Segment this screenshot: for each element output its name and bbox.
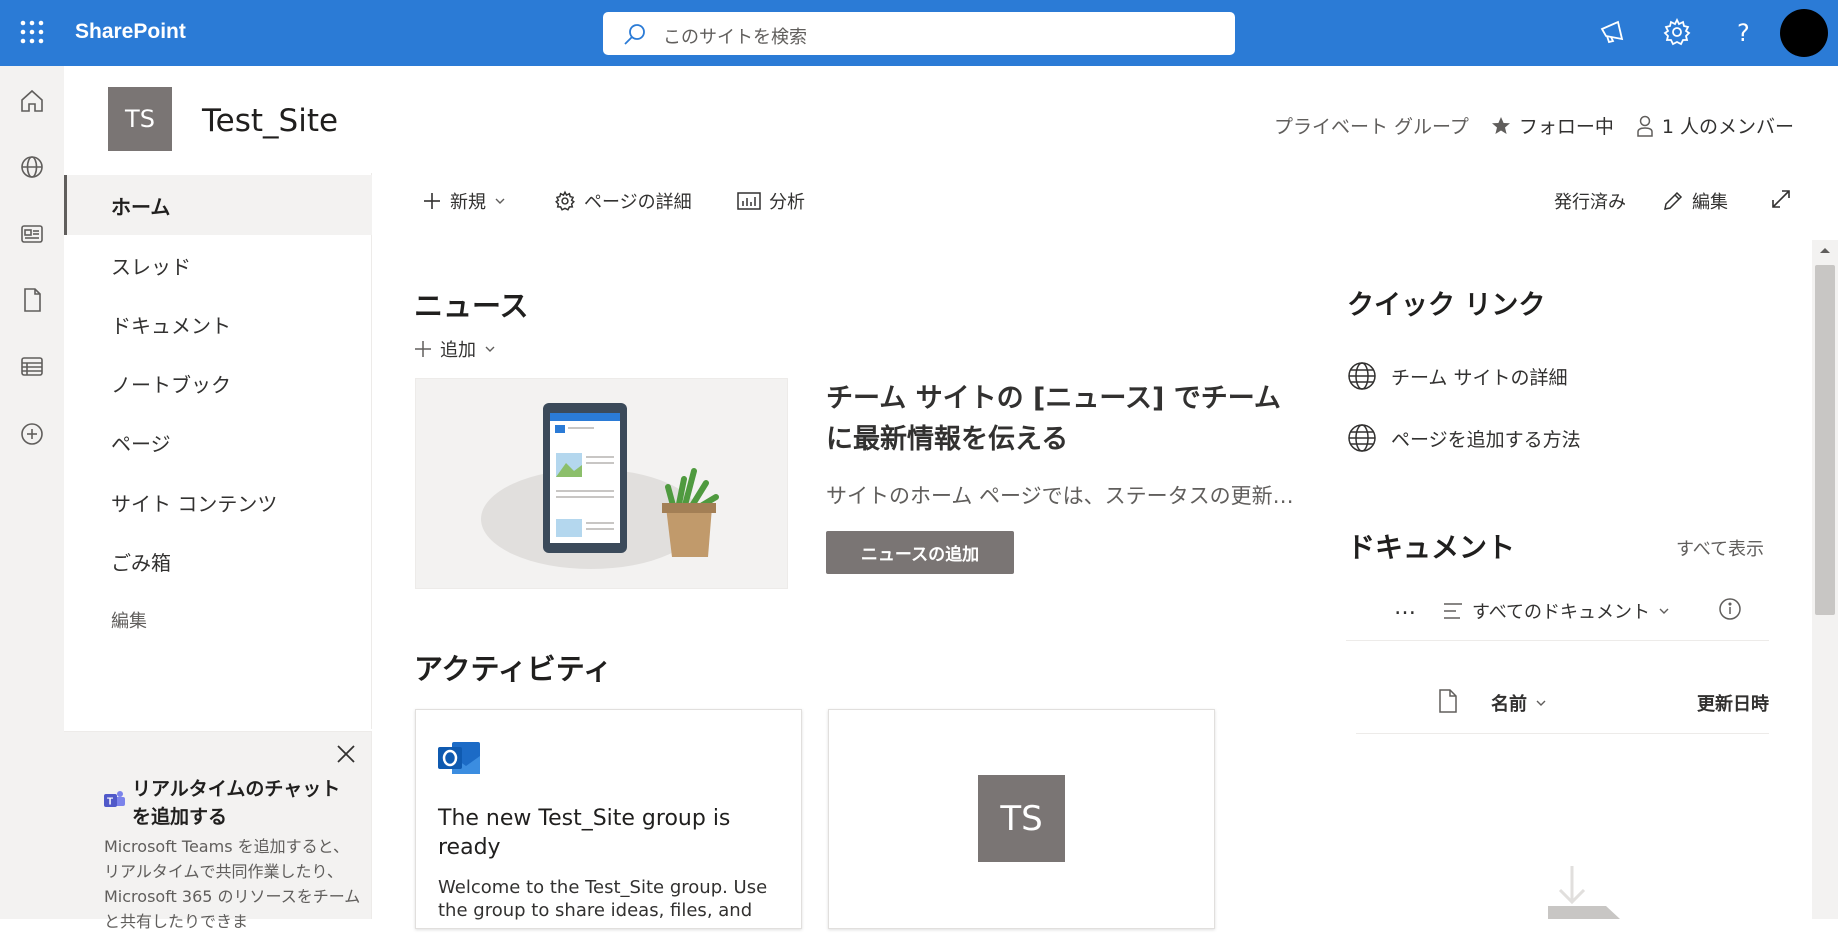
search-input[interactable]: このサイトを検索 xyxy=(663,23,807,49)
news-headline[interactable]: チーム サイトの [ニュース] でチームに最新情報を伝える xyxy=(826,378,1306,460)
edit-label: 編集 xyxy=(1692,192,1728,213)
more-icon[interactable]: … xyxy=(1394,595,1416,620)
activity-heading: アクティビティ xyxy=(414,652,613,686)
search-box[interactable]: このサイトを検索 xyxy=(603,12,1235,55)
app-rail xyxy=(0,66,64,919)
nav-item-threads[interactable]: スレッド xyxy=(64,235,372,295)
view-selector[interactable]: すべてのドキュメント xyxy=(1442,598,1670,624)
site-title[interactable]: Test_Site xyxy=(202,103,338,139)
follow-button[interactable]: フォロー中 xyxy=(1491,112,1614,139)
news-add-button[interactable]: 追加 xyxy=(414,336,496,362)
nav-item-pages[interactable]: ページ xyxy=(64,412,372,472)
quick-link-item[interactable]: ページを追加する方法 xyxy=(1347,423,1581,453)
plus-icon xyxy=(414,340,432,358)
nav-item-home[interactable]: ホーム xyxy=(64,175,372,235)
site-navigation: ホーム スレッド ドキュメント ノートブック ページ サイト コンテンツ ごみ箱… xyxy=(64,173,372,729)
svg-text:T: T xyxy=(107,797,113,808)
app-launcher-icon[interactable] xyxy=(18,18,46,46)
file-type-icon xyxy=(1438,689,1458,713)
search-icon xyxy=(623,22,647,46)
outlook-icon xyxy=(438,738,482,778)
chevron-down-icon xyxy=(1658,605,1670,617)
teams-promo-panel: T リアルタイムのチャットを追加する Microsoft Teams を追加する… xyxy=(64,731,372,931)
home-icon[interactable] xyxy=(18,87,46,115)
empty-folder-illustration xyxy=(1546,862,1626,919)
svg-text:?: ? xyxy=(1737,19,1750,47)
nav-edit-link[interactable]: 編集 xyxy=(64,590,372,650)
brand-name[interactable]: SharePoint xyxy=(75,20,186,44)
view-lines-icon xyxy=(1442,601,1464,621)
quick-link-item[interactable]: チーム サイトの詳細 xyxy=(1347,361,1567,391)
promo-body: Microsoft Teams を追加すると、リアルタイムで共同作業したり、Mi… xyxy=(104,837,361,931)
news-heading: ニュース xyxy=(414,289,529,323)
documents-heading: ドキュメント xyxy=(1347,531,1516,564)
nav-item-recycle-bin[interactable]: ごみ箱 xyxy=(64,531,372,591)
close-icon[interactable] xyxy=(336,744,356,764)
column-modified[interactable]: 更新日時 xyxy=(1697,690,1769,716)
quick-link-label: チーム サイトの詳細 xyxy=(1391,366,1568,389)
chevron-down-icon xyxy=(484,343,496,355)
expand-icon[interactable] xyxy=(1770,188,1792,210)
analytics-button[interactable]: 分析 xyxy=(737,188,805,214)
news-description: サイトのホーム ページでは、ステータスの更新、出張報告、プロジェクトの詳細などを… xyxy=(826,484,1296,508)
members-label: 1 人のメンバー xyxy=(1661,116,1794,138)
site-meta: プライベート グループ フォロー中 1 人のメンバー xyxy=(1274,112,1794,139)
person-icon xyxy=(1636,115,1654,137)
document-icon[interactable] xyxy=(18,286,46,314)
view-label: すべてのドキュメント xyxy=(1472,602,1651,623)
activity-card[interactable]: TS xyxy=(828,709,1215,929)
star-icon xyxy=(1491,116,1511,136)
megaphone-icon[interactable] xyxy=(1598,17,1630,49)
list-icon[interactable] xyxy=(18,352,46,380)
gear-icon[interactable] xyxy=(1662,17,1694,49)
user-avatar[interactable] xyxy=(1780,9,1828,57)
activity-card-title: The new Test_Site group is ready xyxy=(438,806,731,860)
plus-icon xyxy=(422,191,442,211)
column-name-label: 名前 xyxy=(1491,694,1527,715)
add-news-button[interactable]: ニュースの追加 xyxy=(826,531,1014,574)
documents-toolbar: … すべてのドキュメント xyxy=(1346,595,1769,641)
news-add-label: 追加 xyxy=(440,340,476,361)
nav-item-notebook[interactable]: ノートブック xyxy=(64,353,372,413)
globe-icon[interactable] xyxy=(18,153,46,181)
scroll-up-arrow-icon[interactable] xyxy=(1818,245,1832,255)
page-details-button[interactable]: ページの詳細 xyxy=(554,188,692,214)
promo-title: リアルタイムのチャットを追加する xyxy=(132,778,341,828)
nav-item-documents[interactable]: ドキュメント xyxy=(64,294,372,354)
new-label: 新規 xyxy=(450,192,486,213)
gear-icon xyxy=(554,190,576,212)
scrollbar-thumb[interactable] xyxy=(1815,265,1835,615)
documents-column-header: 名前 更新日時 xyxy=(1356,680,1769,734)
see-all-link[interactable]: すべて表示 xyxy=(1676,535,1764,561)
chart-icon xyxy=(737,191,761,211)
news-illustration xyxy=(415,378,788,589)
column-name[interactable]: 名前 xyxy=(1491,690,1547,716)
pencil-icon xyxy=(1662,190,1684,212)
add-circle-icon[interactable] xyxy=(18,420,46,448)
privacy-label: プライベート グループ xyxy=(1273,116,1469,138)
quick-links-heading: クイック リンク xyxy=(1347,290,1546,321)
follow-label: フォロー中 xyxy=(1518,116,1614,138)
chevron-down-icon xyxy=(494,195,506,207)
quick-link-label: ページを追加する方法 xyxy=(1391,428,1581,451)
activity-card-body: Welcome to the Test_Site group. Use the … xyxy=(438,877,768,921)
help-icon[interactable]: ? xyxy=(1728,17,1760,49)
page-details-label: ページの詳細 xyxy=(584,192,692,213)
globe-icon xyxy=(1347,361,1377,391)
site-logo[interactable]: TS xyxy=(108,87,172,151)
analytics-label: 分析 xyxy=(769,192,805,213)
publish-status: 発行済み xyxy=(1554,192,1626,213)
suite-bar: SharePoint このサイトを検索 ? xyxy=(0,0,1838,66)
members-button[interactable]: 1 人のメンバー xyxy=(1636,112,1794,139)
globe-icon xyxy=(1347,423,1377,453)
teams-icon: T xyxy=(102,788,126,812)
edit-button[interactable]: 編集 xyxy=(1662,188,1728,214)
info-icon[interactable] xyxy=(1718,597,1742,621)
nav-item-site-contents[interactable]: サイト コンテンツ xyxy=(64,472,372,532)
site-logo: TS xyxy=(978,775,1065,862)
activity-card[interactable]: The new Test_Site group is ready Welcome… xyxy=(415,709,802,929)
news-icon[interactable] xyxy=(18,220,46,248)
chevron-down-icon xyxy=(1535,697,1547,709)
new-button[interactable]: 新規 xyxy=(422,188,506,214)
